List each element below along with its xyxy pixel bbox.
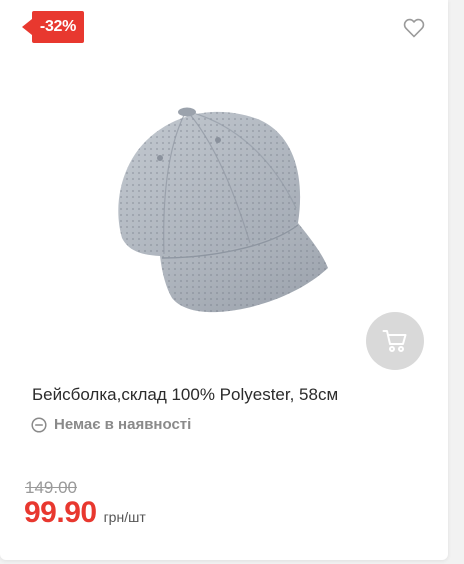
price-unit: грн/шт: [103, 509, 146, 525]
cart-icon: [382, 330, 407, 352]
stock-status: Немає в наявності: [31, 416, 191, 433]
old-price: 149.00: [25, 478, 77, 497]
product-card[interactable]: -32% Бейсболка,склад 100% Polyester, 58с…: [0, 0, 448, 560]
discount-badge: -32%: [22, 11, 84, 43]
price: 99.90 грн/шт: [24, 496, 146, 530]
product-title[interactable]: Бейсболка,склад 100% Polyester, 58см: [32, 385, 338, 405]
stock-status-label: Немає в наявності: [54, 416, 192, 433]
add-to-cart-button[interactable]: [366, 312, 424, 370]
product-image[interactable]: [100, 98, 350, 320]
price-value: 99.90: [24, 496, 97, 529]
minus-circle-icon: [31, 416, 47, 433]
wishlist-heart-icon[interactable]: [402, 16, 426, 40]
